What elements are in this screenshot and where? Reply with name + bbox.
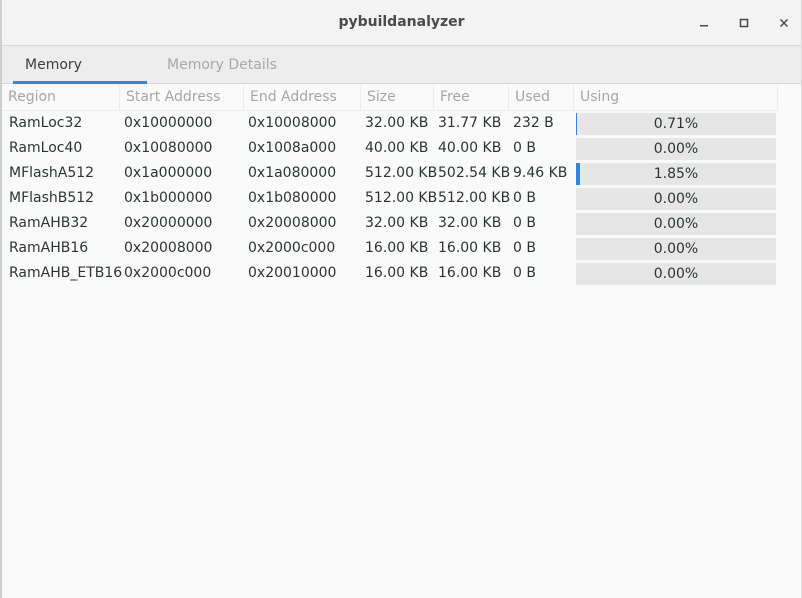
cell-free: 31.77 KB <box>438 115 502 131</box>
table-row[interactable]: RamAHB32 0x20000000 0x20008000 32.00 KB 32.0… <box>2 211 778 236</box>
cell-free: 32.00 KB <box>438 215 502 231</box>
cell-used: 9.46 KB <box>513 165 568 181</box>
usage-progress-bar: 0.71% <box>576 113 776 135</box>
cell-free: 502.54 KB <box>438 165 511 181</box>
table-row[interactable]: RamLoc40 0x10080000 0x1008a000 40.00 KB 40.0… <box>2 136 778 161</box>
cell-used: 0 B <box>513 140 536 156</box>
window-title: pybuildanalyzer <box>338 14 465 30</box>
usage-progress-bar: 0.00% <box>576 188 776 210</box>
tab-memory-regions[interactable]: Memory Regions <box>13 46 147 111</box>
table-header: Region Start Address End Address Size Fr… <box>2 85 778 111</box>
column-header-used[interactable]: Used <box>509 85 574 110</box>
usage-percent-label: 0.00% <box>653 191 699 207</box>
cell-size: 16.00 KB <box>365 240 429 256</box>
cell-used: 0 B <box>513 265 536 281</box>
cell-used: 0 B <box>513 215 536 231</box>
cell-end-address: 0x1a080000 <box>248 165 337 181</box>
cell-used: 232 B <box>513 115 554 131</box>
table-row[interactable]: RamLoc32 0x10000000 0x10008000 32.00 KB 31.7… <box>2 111 778 136</box>
cell-start-address: 0x1b000000 <box>124 190 213 206</box>
title-bar[interactable]: pybuildanalyzer <box>2 0 801 46</box>
memory-regions-table: Region Start Address End Address Size Fr… <box>2 85 778 286</box>
cell-end-address: 0x1b080000 <box>248 190 337 206</box>
close-button[interactable] <box>773 12 795 34</box>
column-header-using[interactable]: Using <box>574 85 778 110</box>
table-row[interactable]: RamAHB_ETB16 0x2000c000 0x20010000 16.00 KB… <box>2 261 778 286</box>
table-row[interactable]: MFlashB512 0x1b000000 0x1b080000 512.00 KB 5… <box>2 186 778 211</box>
usage-percent-label: 1.85% <box>653 166 699 182</box>
usage-percent-label: 0.00% <box>653 266 699 282</box>
cell-free: 512.00 KB <box>438 190 511 206</box>
cell-region: RamAHB32 <box>9 215 89 231</box>
cell-free: 16.00 KB <box>438 265 502 281</box>
cell-end-address: 0x10008000 <box>248 115 337 131</box>
column-header-region[interactable]: Region <box>2 85 120 110</box>
minimize-icon <box>698 17 710 29</box>
cell-size: 16.00 KB <box>365 265 429 281</box>
table-row[interactable]: RamAHB16 0x20008000 0x2000c000 16.00 KB 16.0… <box>2 236 778 261</box>
cell-end-address: 0x1008a000 <box>248 140 337 156</box>
cell-start-address: 0x2000c000 <box>124 265 212 281</box>
cell-region: RamLoc40 <box>9 140 83 156</box>
tab-memory-details[interactable]: Memory Details <box>155 46 289 84</box>
minimize-button[interactable] <box>693 12 715 34</box>
table-body: RamLoc32 0x10000000 0x10008000 32.00 KB 31.7… <box>2 111 778 286</box>
cell-free: 40.00 KB <box>438 140 502 156</box>
cell-region: MFlashB512 <box>9 190 95 206</box>
cell-used: 0 B <box>513 240 536 256</box>
cell-size: 32.00 KB <box>365 115 429 131</box>
usage-progress-bar: 1.85% <box>576 163 776 185</box>
cell-used: 0 B <box>513 190 536 206</box>
maximize-button[interactable] <box>733 12 755 34</box>
app-window: pybuildanalyzer Memory Regions Memory De… <box>0 0 802 598</box>
cell-size: 512.00 KB <box>365 190 438 206</box>
usage-progress-bar: 0.00% <box>576 138 776 160</box>
cell-start-address: 0x1a000000 <box>124 165 213 181</box>
usage-percent-label: 0.00% <box>653 216 699 232</box>
usage-progress-bar: 0.00% <box>576 263 776 285</box>
cell-size: 512.00 KB <box>365 165 438 181</box>
cell-region: RamLoc32 <box>9 115 83 131</box>
cell-start-address: 0x10080000 <box>124 140 213 156</box>
close-icon <box>778 17 790 29</box>
cell-size: 32.00 KB <box>365 215 429 231</box>
usage-progress-bar: 0.00% <box>576 213 776 235</box>
cell-start-address: 0x20000000 <box>124 215 213 231</box>
tab-bar: Memory Regions Memory Details <box>2 46 801 111</box>
usage-progress-bar: 0.00% <box>576 238 776 260</box>
column-header-free[interactable]: Free <box>434 85 509 110</box>
cell-region: RamAHB_ETB16 <box>9 265 123 281</box>
cell-end-address: 0x2000c000 <box>248 240 336 256</box>
cell-start-address: 0x10000000 <box>124 115 213 131</box>
cell-end-address: 0x20008000 <box>248 215 337 231</box>
cell-size: 40.00 KB <box>365 140 429 156</box>
table-row[interactable]: MFlashA512 0x1a000000 0x1a080000 512.00 KB 5… <box>2 161 778 186</box>
usage-percent-label: 0.00% <box>653 141 699 157</box>
column-header-end-address[interactable]: End Address <box>244 85 361 110</box>
column-header-size[interactable]: Size <box>361 85 434 110</box>
cell-free: 16.00 KB <box>438 240 502 256</box>
usage-percent-label: 0.00% <box>653 241 699 257</box>
cell-region: MFlashA512 <box>9 165 95 181</box>
cell-region: RamAHB16 <box>9 240 89 256</box>
maximize-icon <box>738 17 750 29</box>
cell-start-address: 0x20008000 <box>124 240 213 256</box>
column-header-start-address[interactable]: Start Address <box>120 85 244 110</box>
cell-end-address: 0x20010000 <box>248 265 337 281</box>
usage-percent-label: 0.71% <box>653 116 699 132</box>
